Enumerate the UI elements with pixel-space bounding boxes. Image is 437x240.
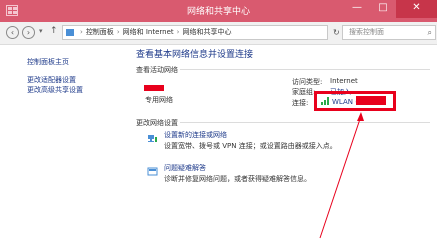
minimize-button[interactable]: —	[344, 0, 370, 18]
search-input[interactable]: 搜索控制面 ⌕	[342, 25, 436, 40]
close-button[interactable]: ✕	[396, 0, 437, 18]
breadcrumb-separator: ›	[80, 28, 83, 36]
redacted-network-name	[144, 85, 164, 91]
main-content: 查看基本网络信息并设置连接 查看活动网络 专用网络 访问类型: Internet…	[128, 45, 437, 240]
breadcrumb-separator: ›	[176, 28, 180, 36]
change-network-settings-heading: 更改网络设置	[136, 119, 178, 127]
annotation-highlight-box	[314, 91, 396, 111]
breadcrumb-network-sharing-center[interactable]: 网络和共享中心	[182, 28, 231, 36]
section-divider	[180, 69, 430, 70]
homegroup-label: 家庭组:	[292, 88, 316, 96]
access-type-value: Internet	[330, 77, 358, 85]
troubleshoot-problems-description: 诊断并修复网络问题，或者获得疑难解答信息。	[164, 175, 311, 183]
up-button[interactable]: ↑	[50, 26, 58, 36]
breadcrumb-separator: ›	[116, 28, 120, 36]
address-field[interactable]: ›控制面板›网络和 Internet›网络和共享中心 ▾	[62, 25, 328, 40]
maximize-button[interactable]: □	[370, 0, 396, 18]
control-panel-icon	[66, 28, 74, 36]
address-toolbar: ‹ › ▾ ↑ ›控制面板›网络和 Internet›网络和共享中心 ▾ ↻ 搜…	[0, 22, 437, 45]
forward-button[interactable]: ›	[22, 26, 35, 39]
title-bar: 网络和共享中心 — □ ✕	[0, 0, 437, 22]
setup-new-connection-description: 设置宽带、拨号或 VPN 连接；或设置路由器或接入点。	[164, 142, 337, 150]
breadcrumb-control-panel[interactable]: 控制面板	[86, 28, 114, 36]
sidebar: 控制面板主页 更改适配器设置 更改高级共享设置	[0, 45, 128, 240]
setup-new-connection-link[interactable]: 设置新的连接或网络	[164, 130, 227, 140]
active-networks-heading: 查看活动网络	[136, 66, 178, 74]
access-type-label: 访问类型:	[292, 78, 323, 86]
search-placeholder: 搜索控制面	[349, 28, 384, 36]
network-setup-icon	[147, 129, 158, 142]
back-button[interactable]: ‹	[6, 26, 19, 39]
troubleshoot-icon	[147, 162, 158, 176]
sidebar-item-control-panel-home[interactable]: 控制面板主页	[27, 57, 69, 67]
troubleshoot-problems-link[interactable]: 问题疑难解答	[164, 163, 206, 173]
section-divider	[180, 122, 430, 123]
connection-label: 连接:	[292, 99, 309, 107]
sidebar-item-change-advanced-sharing[interactable]: 更改高级共享设置	[27, 85, 83, 95]
breadcrumb-network-internet[interactable]: 网络和 Internet	[123, 28, 174, 36]
refresh-icon[interactable]: ↻	[333, 28, 340, 37]
recent-pages-icon[interactable]: ▾	[39, 27, 43, 35]
search-icon[interactable]: ⌕	[428, 26, 432, 39]
sidebar-item-change-adapter-settings[interactable]: 更改适配器设置	[27, 75, 76, 85]
page-title: 查看基本网络信息并设置连接	[136, 50, 254, 60]
network-type-label: 专用网络	[145, 96, 173, 104]
